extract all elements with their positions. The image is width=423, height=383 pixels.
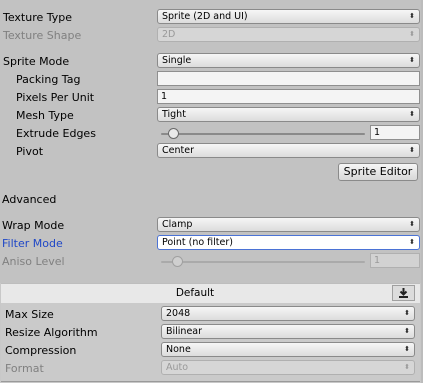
texture-shape-row: Texture Shape 2D ⬍: [0, 27, 423, 45]
packing-tag-row: Packing Tag: [0, 71, 423, 89]
compression-value: None: [166, 344, 191, 355]
mesh-type-value: Tight: [162, 109, 186, 120]
aniso-level-input: 1: [370, 253, 420, 268]
packing-tag-input[interactable]: [157, 71, 420, 86]
extrude-edges-row: Extrude Edges 1: [0, 125, 423, 143]
aniso-level-row: Aniso Level 1: [0, 253, 423, 271]
pivot-value: Center: [162, 145, 194, 156]
updown-arrow-icon: ⬍: [404, 345, 410, 353]
advanced-row: Advanced: [0, 191, 423, 209]
sprite-mode-value: Single: [162, 55, 192, 66]
format-row: Format Auto ⬍: [0, 360, 423, 378]
sprite-mode-row: Sprite Mode Single ⬍: [0, 53, 423, 71]
format-label: Format: [5, 362, 44, 375]
updown-arrow-icon: ⬍: [404, 327, 410, 335]
aniso-level-slider-thumb: [172, 256, 184, 267]
sprite-mode-label: Sprite Mode: [3, 55, 70, 68]
compression-row: Compression None ⬍: [0, 342, 423, 360]
updown-arrow-icon: ⬍: [409, 220, 415, 228]
pivot-row: Pivot Center ⬍: [0, 143, 423, 161]
filter-mode-row: Filter Mode Point (no filter) ⬍: [0, 235, 423, 253]
texture-type-row: Texture Type Sprite (2D and UI) ⬍: [0, 9, 423, 27]
texture-type-value: Sprite (2D and UI): [162, 11, 248, 22]
updown-arrow-icon: ⬍: [409, 12, 415, 20]
max-size-label: Max Size: [5, 308, 54, 321]
max-size-row: Max Size 2048 ⬍: [0, 306, 423, 324]
sprite-mode-dropdown[interactable]: Single ⬍: [157, 53, 420, 68]
compression-dropdown[interactable]: None ⬍: [161, 342, 415, 357]
resize-algorithm-value: Bilinear: [166, 326, 203, 337]
updown-arrow-icon: ⬍: [409, 238, 415, 246]
texture-type-label: Texture Type: [3, 11, 73, 24]
mesh-type-dropdown[interactable]: Tight ⬍: [157, 107, 420, 122]
max-size-dropdown[interactable]: 2048 ⬍: [161, 306, 415, 321]
filter-mode-value: Point (no filter): [162, 237, 233, 248]
texture-shape-value: 2D: [162, 29, 176, 40]
wrap-mode-value: Clamp: [162, 219, 193, 230]
filter-mode-dropdown[interactable]: Point (no filter) ⬍: [157, 235, 420, 250]
download-icon[interactable]: [392, 285, 415, 301]
texture-shape-label: Texture Shape: [3, 29, 82, 42]
pixels-per-unit-row: Pixels Per Unit 1: [0, 89, 423, 107]
max-size-value: 2048: [166, 308, 191, 319]
texture-shape-dropdown: 2D ⬍: [157, 27, 420, 42]
extrude-edges-slider-track[interactable]: [161, 133, 365, 135]
packing-tag-label: Packing Tag: [16, 73, 81, 86]
resize-algorithm-dropdown[interactable]: Bilinear ⬍: [161, 324, 415, 339]
texture-type-dropdown[interactable]: Sprite (2D and UI) ⬍: [157, 9, 420, 24]
mesh-type-row: Mesh Type Tight ⬍: [0, 107, 423, 125]
extrude-edges-slider-thumb[interactable]: [168, 128, 180, 139]
extrude-edges-input[interactable]: 1: [370, 125, 420, 140]
updown-arrow-icon: ⬍: [409, 30, 415, 38]
sprite-editor-button[interactable]: Sprite Editor: [338, 163, 418, 181]
updown-arrow-icon: ⬍: [409, 146, 415, 154]
resize-algorithm-row: Resize Algorithm Bilinear ⬍: [0, 324, 423, 342]
format-value: Auto: [166, 362, 189, 373]
pixels-per-unit-input[interactable]: 1: [157, 89, 420, 104]
pivot-dropdown[interactable]: Center ⬍: [157, 143, 420, 158]
platform-tab-default[interactable]: Default: [1, 286, 389, 300]
updown-arrow-icon: ⬍: [409, 56, 415, 64]
extrude-edges-label: Extrude Edges: [16, 127, 96, 140]
resize-algorithm-label: Resize Algorithm: [5, 326, 98, 339]
aniso-level-label: Aniso Level: [2, 255, 65, 268]
wrap-mode-dropdown[interactable]: Clamp ⬍: [157, 217, 420, 232]
wrap-mode-label: Wrap Mode: [2, 219, 65, 232]
updown-arrow-icon: ⬍: [404, 309, 410, 317]
updown-arrow-icon: ⬍: [409, 110, 415, 118]
filter-mode-label: Filter Mode: [2, 237, 63, 250]
platform-tab-bar: Default: [1, 283, 420, 304]
aniso-level-slider-track: [161, 261, 365, 263]
mesh-type-label: Mesh Type: [16, 109, 74, 122]
advanced-header: Advanced: [2, 193, 57, 206]
compression-label: Compression: [5, 344, 77, 357]
pixels-per-unit-label: Pixels Per Unit: [16, 91, 95, 104]
format-dropdown: Auto ⬍: [161, 360, 415, 375]
updown-arrow-icon: ⬍: [404, 363, 410, 371]
wrap-mode-row: Wrap Mode Clamp ⬍: [0, 217, 423, 235]
pivot-label: Pivot: [16, 145, 44, 158]
